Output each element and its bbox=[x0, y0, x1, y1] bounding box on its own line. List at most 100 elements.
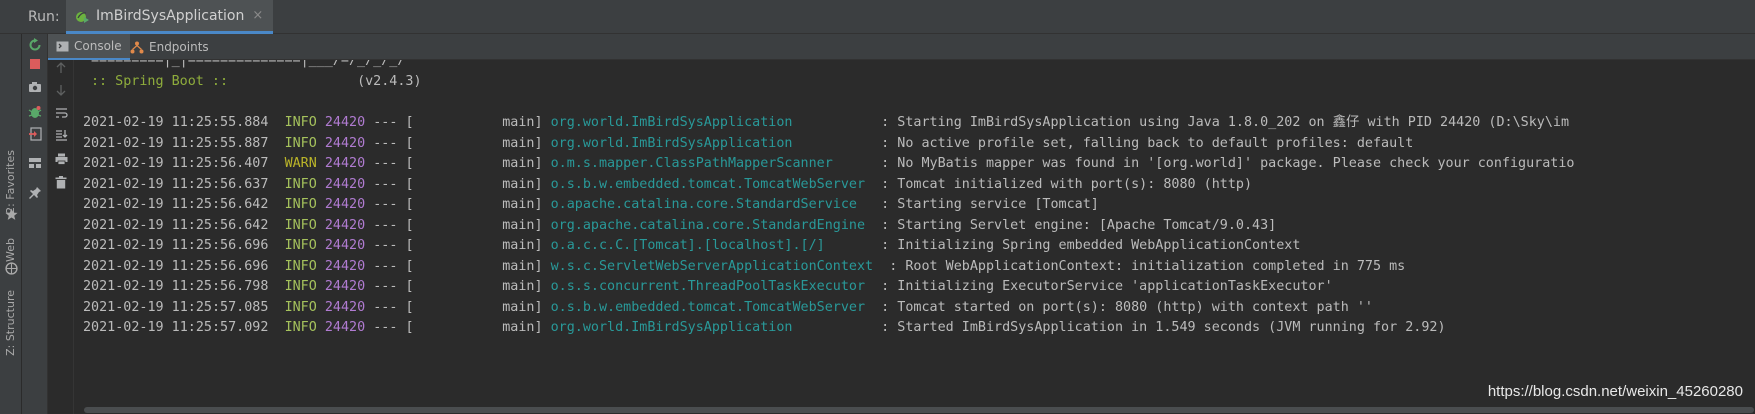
arrow-up-icon bbox=[56, 62, 66, 73]
log-level: INFO bbox=[284, 197, 317, 212]
console-icon bbox=[56, 41, 69, 51]
log-thread: --- [ main] bbox=[373, 197, 543, 212]
log-pid: 24420 bbox=[324, 135, 366, 151]
favorites-tab[interactable]: 2: Favorites bbox=[4, 150, 17, 214]
log-thread: --- [ main] bbox=[373, 135, 543, 151]
log-logger: org.world.ImBirdSysApplication bbox=[550, 115, 874, 130]
print-button[interactable] bbox=[53, 151, 69, 167]
log-level: INFO bbox=[284, 258, 317, 274]
left-tool-strip: 2: Favorites Web Z: Structure bbox=[0, 34, 22, 414]
debug-button[interactable] bbox=[27, 104, 43, 120]
rerun-icon bbox=[29, 38, 41, 51]
log-message: : Initializing ExecutorService 'applicat… bbox=[881, 279, 1333, 294]
log-line: 2021-02-19 11:25:57.092 INFO 24420 --- [… bbox=[83, 318, 1446, 338]
trash-icon bbox=[55, 175, 67, 188]
spring-boot-banner: :: Spring Boot :: (v2.4.3) bbox=[91, 72, 422, 92]
log-timestamp: 2021-02-19 11:25:56.637 bbox=[83, 176, 269, 192]
log-pid: 24420 bbox=[324, 299, 366, 315]
log-timestamp: 2021-02-19 11:25:56.642 bbox=[83, 197, 269, 212]
log-pid: 24420 bbox=[324, 217, 366, 233]
soft-wrap-button[interactable] bbox=[53, 105, 69, 121]
log-line: 2021-02-19 11:25:57.085 INFO 24420 --- [… bbox=[83, 298, 1373, 318]
tab-console[interactable]: Console bbox=[48, 34, 130, 60]
log-message: : Root WebApplicationContext: initializa… bbox=[881, 258, 1406, 274]
log-line: 2021-02-19 11:25:56.696 INFO 24420 --- [… bbox=[83, 257, 1405, 277]
star-icon bbox=[5, 208, 18, 220]
horizontal-scrollbar[interactable] bbox=[84, 404, 1755, 414]
watermark: https://blog.csdn.net/weixin_45260280 bbox=[1487, 383, 1743, 400]
log-logger: org.world.ImBirdSysApplication bbox=[550, 135, 874, 151]
log-message: : No MyBatis mapper was found in '[org.w… bbox=[881, 156, 1575, 171]
banner-line: =========|_|==============|___/=/_/_/_/ bbox=[91, 60, 406, 68]
log-pid: 24420 bbox=[324, 258, 366, 274]
log-timestamp: 2021-02-19 11:25:55.887 bbox=[83, 135, 269, 151]
log-line: 2021-02-19 11:25:55.884 INFO 24420 --- [… bbox=[83, 113, 1569, 133]
console-output[interactable]: =========|_|==============|___/=/_/_/_/ … bbox=[75, 60, 1755, 400]
endpoints-icon bbox=[130, 41, 144, 53]
arrow-down-icon bbox=[56, 85, 66, 96]
dump-threads-button[interactable] bbox=[27, 79, 43, 95]
log-timestamp: 2021-02-19 11:25:56.407 bbox=[83, 156, 269, 171]
log-timestamp: 2021-02-19 11:25:57.092 bbox=[83, 320, 269, 335]
pin-icon bbox=[28, 186, 41, 199]
log-message: : Tomcat initialized with port(s): 8080 … bbox=[881, 176, 1253, 192]
log-pid: 24420 bbox=[324, 115, 366, 130]
log-message: : Starting service [Tomcat] bbox=[881, 197, 1099, 212]
log-line: 2021-02-19 11:25:56.696 INFO 24420 --- [… bbox=[83, 236, 1300, 256]
clear-all-button[interactable] bbox=[53, 174, 69, 190]
log-thread: --- [ main] bbox=[373, 299, 543, 315]
log-line: 2021-02-19 11:25:56.642 INFO 24420 --- [… bbox=[83, 216, 1276, 236]
log-logger: o.s.s.concurrent.ThreadPoolTaskExecutor bbox=[550, 279, 874, 294]
log-logger: o.apache.catalina.core.StandardService bbox=[550, 197, 874, 212]
log-line: 2021-02-19 11:25:56.642 INFO 24420 --- [… bbox=[83, 195, 1099, 215]
log-level: INFO bbox=[284, 320, 317, 335]
log-line: 2021-02-19 11:25:55.887 INFO 24420 --- [… bbox=[83, 134, 1413, 154]
log-message: : Initializing Spring embedded WebApplic… bbox=[881, 238, 1301, 253]
log-timestamp: 2021-02-19 11:25:57.085 bbox=[83, 299, 269, 315]
log-timestamp: 2021-02-19 11:25:56.696 bbox=[83, 258, 269, 274]
log-level: INFO bbox=[284, 176, 317, 192]
log-logger: o.a.c.c.C.[Tomcat].[localhost].[/] bbox=[550, 238, 874, 253]
run-actions-toolbar bbox=[22, 34, 48, 414]
camera-icon bbox=[29, 82, 41, 92]
spring-boot-label: :: Spring Boot :: bbox=[91, 74, 229, 89]
layout-button[interactable] bbox=[27, 155, 43, 171]
log-message: : Starting Servlet engine: [Apache Tomca… bbox=[881, 217, 1277, 233]
run-tab[interactable]: ImBirdSysApplication × bbox=[66, 0, 274, 34]
tab-console-label: Console bbox=[74, 39, 122, 53]
web-tab[interactable]: Web bbox=[4, 238, 17, 262]
run-toolbar: Run: ImBirdSysApplication × bbox=[0, 0, 1755, 34]
close-icon[interactable]: × bbox=[252, 8, 263, 23]
scroll-up-button[interactable] bbox=[53, 60, 69, 76]
restore-layout-button[interactable] bbox=[27, 126, 43, 142]
log-message: : Starting ImBirdSysApplication using Ja… bbox=[881, 115, 1570, 130]
soft-wrap-icon bbox=[55, 108, 68, 118]
stop-button[interactable] bbox=[27, 56, 43, 72]
log-thread: --- [ main] bbox=[373, 217, 543, 233]
print-icon bbox=[55, 153, 67, 165]
restore-icon bbox=[29, 127, 42, 141]
log-thread: --- [ main] bbox=[373, 156, 543, 171]
rerun-button[interactable] bbox=[27, 37, 43, 53]
log-logger: org.world.ImBirdSysApplication bbox=[550, 320, 874, 335]
log-pid: 24420 bbox=[324, 156, 366, 171]
log-level: INFO bbox=[284, 135, 317, 151]
log-pid: 24420 bbox=[324, 238, 366, 253]
log-message: : Started ImBirdSysApplication in 1.549 … bbox=[881, 320, 1446, 335]
log-level: INFO bbox=[284, 299, 317, 315]
scroll-to-end-button[interactable] bbox=[53, 127, 69, 143]
tab-endpoints-label: Endpoints bbox=[149, 40, 209, 54]
log-logger: org.apache.catalina.core.StandardEngine bbox=[550, 217, 874, 233]
scrollbar-thumb[interactable] bbox=[84, 407, 1754, 413]
log-logger: o.s.b.w.embedded.tomcat.TomcatWebServer bbox=[550, 176, 874, 192]
log-logger: w.s.c.ServletWebServerApplicationContext bbox=[550, 258, 874, 274]
run-label: Run: bbox=[28, 9, 60, 25]
stop-icon bbox=[30, 59, 40, 69]
log-thread: --- [ main] bbox=[373, 238, 543, 253]
pin-tab-button[interactable] bbox=[27, 184, 43, 200]
scroll-down-button[interactable] bbox=[53, 82, 69, 98]
structure-tab[interactable]: Z: Structure bbox=[4, 290, 17, 356]
log-level: INFO bbox=[284, 217, 317, 233]
log-timestamp: 2021-02-19 11:25:56.798 bbox=[83, 279, 269, 294]
tab-endpoints[interactable]: Endpoints bbox=[122, 34, 217, 60]
